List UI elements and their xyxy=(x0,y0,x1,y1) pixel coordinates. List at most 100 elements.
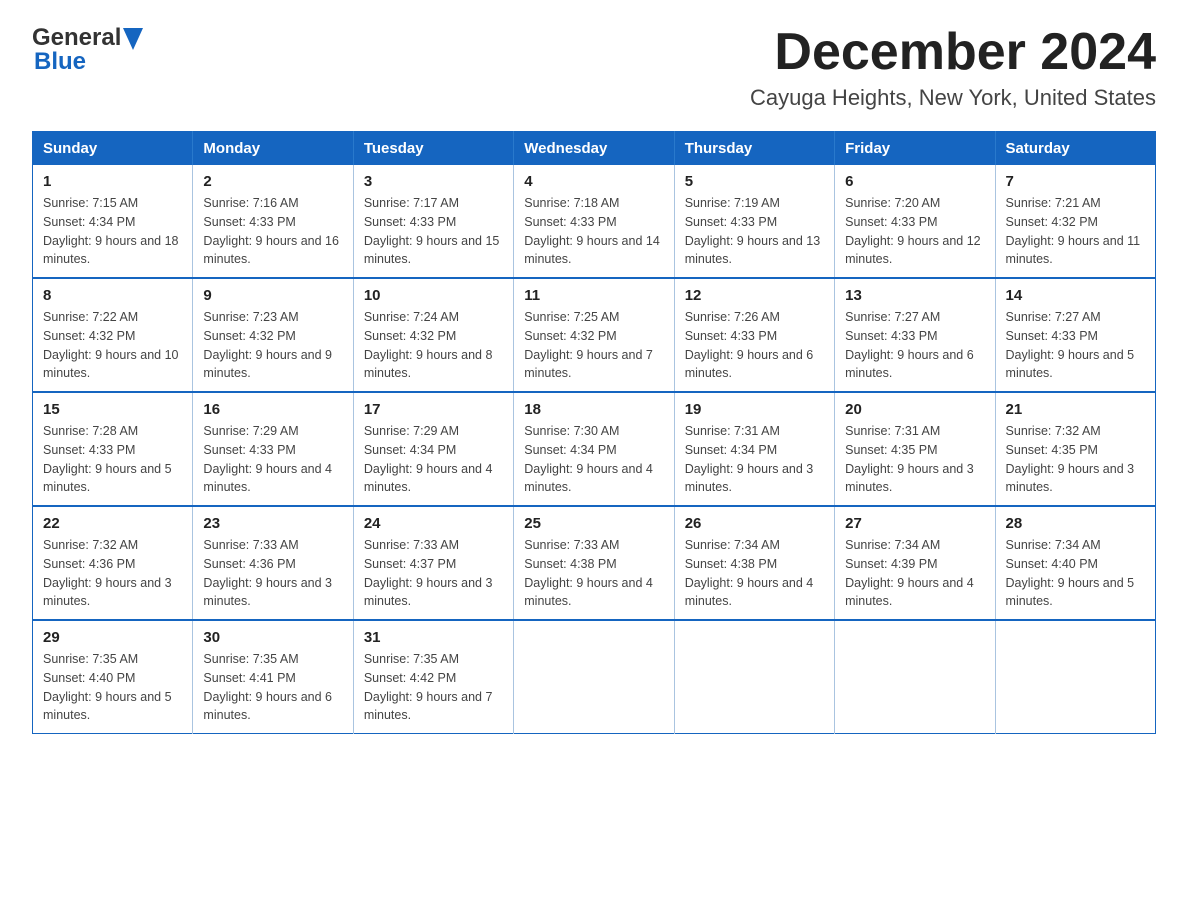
weekday-header-thursday: Thursday xyxy=(674,132,834,166)
calendar-day-cell: 22 Sunrise: 7:32 AMSunset: 4:36 PMDayligh… xyxy=(33,506,193,620)
calendar-day-cell: 31Sunrise: 7:35 AMSunset: 4:42 PMDayligh… xyxy=(353,620,513,734)
calendar-week-row: 29Sunrise: 7:35 AMSunset: 4:40 PMDayligh… xyxy=(33,620,1156,734)
page-header: General Blue December 2024 Cayuga Height… xyxy=(32,24,1156,111)
calendar-day-cell: 17Sunrise: 7:29 AMSunset: 4:34 PMDayligh… xyxy=(353,392,513,506)
day-info: Sunrise: 7:32 AMSunset: 4:35 PMDaylight:… xyxy=(1006,422,1145,497)
day-info: Sunrise: 7:16 AMSunset: 4:33 PMDaylight:… xyxy=(203,194,342,269)
day-info: Sunrise: 7:19 AMSunset: 4:33 PMDaylight:… xyxy=(685,194,824,269)
calendar-day-cell: 16 Sunrise: 7:29 AMSunset: 4:33 PMDayligh… xyxy=(193,392,353,506)
calendar-day-cell: 7 Sunrise: 7:21 AMSunset: 4:32 PMDaylight… xyxy=(995,165,1155,278)
day-info: Sunrise: 7:24 AMSunset: 4:32 PMDaylight:… xyxy=(364,308,503,383)
calendar-empty-cell xyxy=(995,620,1155,734)
day-number: 14 xyxy=(1006,287,1145,304)
calendar-day-cell: 12 Sunrise: 7:26 AMSunset: 4:33 PMDayligh… xyxy=(674,278,834,392)
day-info: Sunrise: 7:22 AMSunset: 4:32 PMDaylight:… xyxy=(43,308,182,383)
day-info: Sunrise: 7:18 AMSunset: 4:33 PMDaylight:… xyxy=(524,194,663,269)
calendar-empty-cell xyxy=(835,620,995,734)
day-info: Sunrise: 7:20 AMSunset: 4:33 PMDaylight:… xyxy=(845,194,984,269)
day-number: 6 xyxy=(845,173,984,190)
calendar-day-cell: 18 Sunrise: 7:30 AMSunset: 4:34 PMDayligh… xyxy=(514,392,674,506)
day-number: 4 xyxy=(524,173,663,190)
day-number: 17 xyxy=(364,401,503,418)
calendar-day-cell: 1Sunrise: 7:15 AMSunset: 4:34 PMDaylight… xyxy=(33,165,193,278)
calendar-day-cell: 11Sunrise: 7:25 AMSunset: 4:32 PMDayligh… xyxy=(514,278,674,392)
calendar-day-cell: 23Sunrise: 7:33 AMSunset: 4:36 PMDayligh… xyxy=(193,506,353,620)
calendar-day-cell: 24 Sunrise: 7:33 AMSunset: 4:37 PMDayligh… xyxy=(353,506,513,620)
logo-blue-text: Blue xyxy=(34,48,86,76)
calendar-day-cell: 15 Sunrise: 7:28 AMSunset: 4:33 PMDayligh… xyxy=(33,392,193,506)
day-info: Sunrise: 7:31 AMSunset: 4:34 PMDaylight:… xyxy=(685,422,824,497)
calendar-day-cell: 2 Sunrise: 7:16 AMSunset: 4:33 PMDaylight… xyxy=(193,165,353,278)
calendar-week-row: 22 Sunrise: 7:32 AMSunset: 4:36 PMDayligh… xyxy=(33,506,1156,620)
day-number: 27 xyxy=(845,515,984,532)
calendar-week-row: 1Sunrise: 7:15 AMSunset: 4:34 PMDaylight… xyxy=(33,165,1156,278)
day-info: Sunrise: 7:33 AMSunset: 4:38 PMDaylight:… xyxy=(524,536,663,611)
day-number: 5 xyxy=(685,173,824,190)
logo-arrow-icon xyxy=(123,28,143,50)
day-info: Sunrise: 7:32 AMSunset: 4:36 PMDaylight:… xyxy=(43,536,182,611)
day-number: 26 xyxy=(685,515,824,532)
calendar-day-cell: 10Sunrise: 7:24 AMSunset: 4:32 PMDayligh… xyxy=(353,278,513,392)
weekday-header-wednesday: Wednesday xyxy=(514,132,674,166)
calendar-day-cell: 27 Sunrise: 7:34 AMSunset: 4:39 PMDayligh… xyxy=(835,506,995,620)
day-number: 13 xyxy=(845,287,984,304)
calendar-empty-cell xyxy=(674,620,834,734)
page-title: December 2024 xyxy=(750,24,1156,81)
weekday-header-sunday: Sunday xyxy=(33,132,193,166)
day-number: 8 xyxy=(43,287,182,304)
day-info: Sunrise: 7:21 AMSunset: 4:32 PMDaylight:… xyxy=(1006,194,1145,269)
calendar-day-cell: 19 Sunrise: 7:31 AMSunset: 4:34 PMDayligh… xyxy=(674,392,834,506)
day-info: Sunrise: 7:34 AMSunset: 4:40 PMDaylight:… xyxy=(1006,536,1145,611)
calendar-day-cell: 21Sunrise: 7:32 AMSunset: 4:35 PMDayligh… xyxy=(995,392,1155,506)
day-info: Sunrise: 7:30 AMSunset: 4:34 PMDaylight:… xyxy=(524,422,663,497)
day-info: Sunrise: 7:29 AMSunset: 4:33 PMDaylight:… xyxy=(203,422,342,497)
day-info: Sunrise: 7:27 AMSunset: 4:33 PMDaylight:… xyxy=(1006,308,1145,383)
day-number: 28 xyxy=(1006,515,1145,532)
calendar-week-row: 8 Sunrise: 7:22 AMSunset: 4:32 PMDaylight… xyxy=(33,278,1156,392)
calendar-day-cell: 9Sunrise: 7:23 AMSunset: 4:32 PMDaylight… xyxy=(193,278,353,392)
day-number: 24 xyxy=(364,515,503,532)
day-info: Sunrise: 7:33 AMSunset: 4:37 PMDaylight:… xyxy=(364,536,503,611)
calendar-week-row: 15 Sunrise: 7:28 AMSunset: 4:33 PMDayligh… xyxy=(33,392,1156,506)
day-info: Sunrise: 7:31 AMSunset: 4:35 PMDaylight:… xyxy=(845,422,984,497)
day-number: 22 xyxy=(43,515,182,532)
weekday-header-tuesday: Tuesday xyxy=(353,132,513,166)
day-info: Sunrise: 7:35 AMSunset: 4:42 PMDaylight:… xyxy=(364,650,503,725)
day-number: 16 xyxy=(203,401,342,418)
calendar-day-cell: 3Sunrise: 7:17 AMSunset: 4:33 PMDaylight… xyxy=(353,165,513,278)
day-number: 11 xyxy=(524,287,663,304)
title-area: December 2024 Cayuga Heights, New York, … xyxy=(750,24,1156,111)
day-number: 15 xyxy=(43,401,182,418)
day-number: 19 xyxy=(685,401,824,418)
page-subtitle: Cayuga Heights, New York, United States xyxy=(750,85,1156,111)
day-number: 1 xyxy=(43,173,182,190)
calendar-empty-cell xyxy=(514,620,674,734)
day-number: 2 xyxy=(203,173,342,190)
day-number: 18 xyxy=(524,401,663,418)
day-number: 12 xyxy=(685,287,824,304)
day-number: 3 xyxy=(364,173,503,190)
day-info: Sunrise: 7:26 AMSunset: 4:33 PMDaylight:… xyxy=(685,308,824,383)
day-number: 30 xyxy=(203,629,342,646)
calendar-day-cell: 14 Sunrise: 7:27 AMSunset: 4:33 PMDayligh… xyxy=(995,278,1155,392)
calendar-day-cell: 4 Sunrise: 7:18 AMSunset: 4:33 PMDaylight… xyxy=(514,165,674,278)
day-info: Sunrise: 7:35 AMSunset: 4:41 PMDaylight:… xyxy=(203,650,342,725)
calendar-day-cell: 13Sunrise: 7:27 AMSunset: 4:33 PMDayligh… xyxy=(835,278,995,392)
calendar-day-cell: 29Sunrise: 7:35 AMSunset: 4:40 PMDayligh… xyxy=(33,620,193,734)
day-number: 20 xyxy=(845,401,984,418)
calendar-day-cell: 25 Sunrise: 7:33 AMSunset: 4:38 PMDayligh… xyxy=(514,506,674,620)
weekday-header-saturday: Saturday xyxy=(995,132,1155,166)
day-info: Sunrise: 7:33 AMSunset: 4:36 PMDaylight:… xyxy=(203,536,342,611)
day-number: 7 xyxy=(1006,173,1145,190)
day-info: Sunrise: 7:34 AMSunset: 4:39 PMDaylight:… xyxy=(845,536,984,611)
weekday-header-friday: Friday xyxy=(835,132,995,166)
calendar-table: SundayMondayTuesdayWednesdayThursdayFrid… xyxy=(32,131,1156,734)
calendar-day-cell: 5 Sunrise: 7:19 AMSunset: 4:33 PMDaylight… xyxy=(674,165,834,278)
calendar-header-row: SundayMondayTuesdayWednesdayThursdayFrid… xyxy=(33,132,1156,166)
day-info: Sunrise: 7:34 AMSunset: 4:38 PMDaylight:… xyxy=(685,536,824,611)
calendar-day-cell: 8 Sunrise: 7:22 AMSunset: 4:32 PMDaylight… xyxy=(33,278,193,392)
day-info: Sunrise: 7:28 AMSunset: 4:33 PMDaylight:… xyxy=(43,422,182,497)
day-number: 29 xyxy=(43,629,182,646)
day-number: 25 xyxy=(524,515,663,532)
calendar-day-cell: 6 Sunrise: 7:20 AMSunset: 4:33 PMDaylight… xyxy=(835,165,995,278)
